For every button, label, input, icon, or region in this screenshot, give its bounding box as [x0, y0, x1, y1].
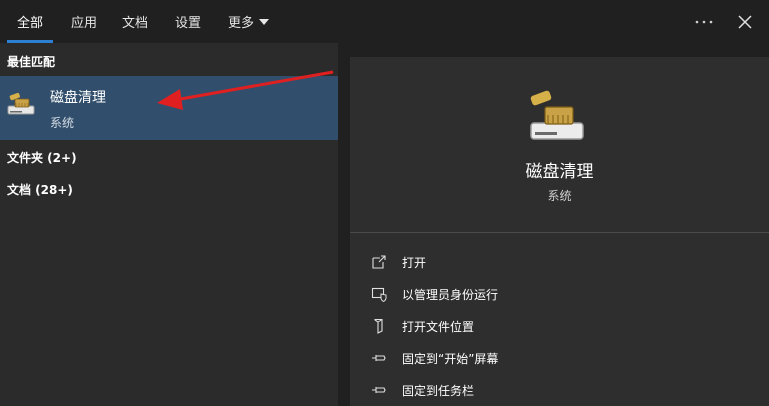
caret-down-icon — [259, 14, 270, 29]
action-open[interactable]: 打开 — [370, 250, 750, 274]
disk-cleanup-icon — [6, 89, 38, 121]
details-divider — [350, 232, 769, 233]
tab-all-label: 全部 — [17, 16, 44, 31]
action-open-file-location[interactable]: 打开文件位置 — [370, 314, 750, 338]
action-run-as-admin[interactable]: 以管理员身份运行 — [370, 282, 750, 306]
file-location-icon — [370, 317, 388, 335]
group-documents[interactable]: 文档 (28+) — [7, 181, 73, 198]
action-pin-to-taskbar-label: 固定到任务栏 — [402, 383, 475, 398]
best-match-item[interactable]: 磁盘清理 系统 — [0, 76, 338, 140]
group-folders[interactable]: 文件夹 (2+) — [7, 149, 77, 166]
action-open-label: 打开 — [402, 255, 427, 270]
details-title: 磁盘清理 — [525, 162, 594, 182]
pin-icon — [370, 349, 388, 367]
tab-more[interactable]: 更多 — [228, 0, 270, 43]
tab-settings-label: 设置 — [175, 16, 202, 31]
pin-icon — [370, 381, 388, 399]
best-match-header: 最佳匹配 — [7, 55, 56, 69]
action-open-file-location-label: 打开文件位置 — [402, 319, 475, 334]
details-subtitle: 系统 — [547, 189, 572, 203]
tab-all[interactable]: 全部 — [7, 0, 54, 43]
shield-icon — [370, 285, 388, 303]
tab-apps-label: 应用 — [71, 16, 98, 31]
tab-settings[interactable]: 设置 — [175, 0, 201, 43]
disk-cleanup-large-icon — [525, 87, 589, 151]
action-pin-to-start-label: 固定到“开始”屏幕 — [402, 351, 499, 366]
more-options-icon[interactable] — [689, 7, 719, 37]
action-run-as-admin-label: 以管理员身份运行 — [402, 287, 499, 302]
details-panel: 磁盘清理 系统 打开 以管理员身份运行 打开文件位置 固定到“开始”屏幕 固定到… — [350, 57, 769, 406]
tab-more-label: 更多 — [228, 16, 255, 31]
best-match-name: 磁盘清理 — [50, 90, 106, 106]
results-panel: 最佳匹配 磁盘清理 系统 文件夹 (2+) 文档 (28+) — [0, 43, 338, 406]
best-match-type: 系统 — [50, 116, 75, 130]
tab-documents-label: 文档 — [122, 16, 149, 31]
close-icon[interactable] — [730, 7, 760, 37]
tab-documents[interactable]: 文档 — [122, 0, 148, 43]
open-icon — [370, 253, 388, 271]
tab-apps[interactable]: 应用 — [71, 0, 97, 43]
action-pin-to-start[interactable]: 固定到“开始”屏幕 — [370, 346, 750, 370]
action-pin-to-taskbar[interactable]: 固定到任务栏 — [370, 378, 750, 402]
search-tab-bar: 全部 应用 文档 设置 更多 — [0, 0, 769, 43]
